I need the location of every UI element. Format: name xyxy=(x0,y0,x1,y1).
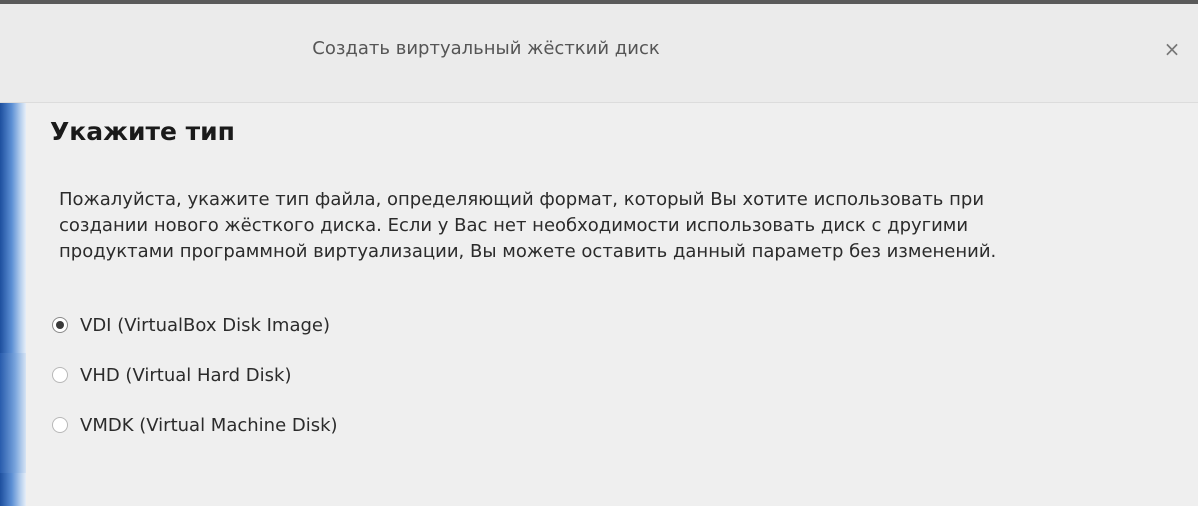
title-bar[interactable]: Создать виртуальный жёсткий диск × xyxy=(0,4,1198,103)
radio-label[interactable]: VHD (Virtual Hard Disk) xyxy=(80,365,291,386)
disk-type-radio-group: VDI (VirtualBox Disk Image) VHD (Virtual… xyxy=(52,300,338,450)
radio-button[interactable] xyxy=(52,417,68,433)
description-line: продуктами программной виртуализации, Вы… xyxy=(59,241,997,262)
radio-button[interactable] xyxy=(52,317,68,333)
radio-option-vmdk[interactable]: VMDK (Virtual Machine Disk) xyxy=(52,400,338,450)
radio-button[interactable] xyxy=(52,367,68,383)
description-line: создании нового жёсткого диска. Если у В… xyxy=(59,215,969,236)
window-title: Создать виртуальный жёсткий диск xyxy=(312,38,660,59)
page-description: Пожалуйста, укажите тип файла, определяю… xyxy=(59,187,1179,265)
close-icon[interactable]: × xyxy=(1160,38,1184,62)
page-title: Укажите тип xyxy=(50,117,235,146)
radio-label[interactable]: VMDK (Virtual Machine Disk) xyxy=(80,415,338,436)
radio-option-vhd[interactable]: VHD (Virtual Hard Disk) xyxy=(52,350,338,400)
radio-option-vdi[interactable]: VDI (VirtualBox Disk Image) xyxy=(52,300,338,350)
radio-label[interactable]: VDI (VirtualBox Disk Image) xyxy=(80,315,330,336)
dialog-window: Создать виртуальный жёсткий диск × Укажи… xyxy=(0,0,1198,506)
wizard-side-image xyxy=(0,103,26,506)
description-line: Пожалуйста, укажите тип файла, определяю… xyxy=(59,189,985,210)
